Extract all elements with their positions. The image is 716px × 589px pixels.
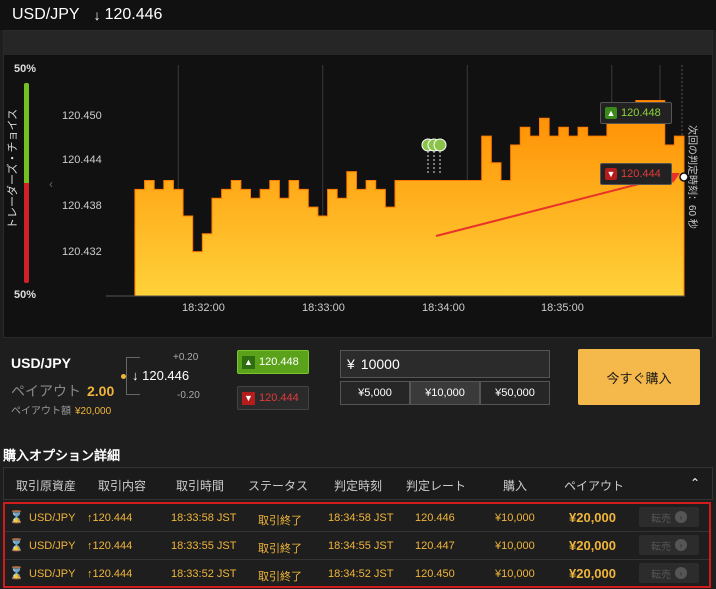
low-price: 120.444: [259, 392, 299, 404]
price-area-series: [134, 100, 685, 297]
cell-payout: ¥20,000: [569, 538, 616, 553]
down-arrow-icon: ↓: [132, 368, 143, 383]
cell-judge-time: 18:34:55 JST: [328, 540, 394, 552]
down-arrow-icon: ↓: [93, 7, 101, 23]
trade-panel: USD/JPY ペイアウト 2.00 ペイアウト額 ¥20,000 +0.20 ↓ …: [0, 340, 716, 425]
cell-content: ↑120.444: [87, 540, 132, 552]
chart-down-price: 120.444: [621, 168, 661, 180]
resell-label: 転売: [651, 541, 671, 553]
chip-50000[interactable]: ¥50,000: [480, 381, 550, 405]
up-arrow-icon: ▲: [605, 107, 617, 119]
col-asset: 取引原資産: [16, 479, 77, 493]
amount-chips: ¥5,000 ¥10,000 ¥50,000: [340, 381, 550, 405]
resell-button[interactable]: 転売 ›: [639, 507, 699, 527]
cell-content-value: 120.444: [92, 568, 133, 580]
cell-payout: ¥20,000: [569, 510, 616, 525]
header-bar: USD/JPY ↓ 120.446: [0, 0, 716, 30]
resell-button[interactable]: 転売 ›: [639, 563, 699, 583]
cell-status: 取引終了: [258, 515, 302, 527]
next-judge-label: 次回の判定時刻：60 秒: [686, 125, 697, 229]
cell-rate: 120.446: [415, 512, 455, 524]
hourglass-icon: ⌛: [9, 510, 24, 524]
cell-content-value: 120.444: [92, 512, 133, 524]
cell-status: 取引終了: [258, 571, 302, 583]
high-button[interactable]: ▲ 120.448: [237, 350, 309, 374]
trading-app: USD/JPY ↓ 120.446 50% トレーダーズ・チョイス 50% ‹ …: [0, 0, 716, 589]
cell-pair: USD/JPY: [29, 568, 76, 580]
resell-label: 転売: [651, 513, 671, 525]
col-buy: 購入: [503, 479, 528, 493]
header-price: 120.446: [104, 6, 163, 23]
minus-range: -0.20: [177, 390, 200, 401]
cell-pair: USD/JPY: [29, 540, 76, 552]
table-row: ⌛ USD/JPY ↑120.444 18:33:58 JST 取引終了 18:…: [5, 504, 709, 531]
col-status: ステータス: [248, 479, 309, 493]
panel-pair: USD/JPY: [11, 355, 71, 371]
cell-content-value: 120.444: [92, 540, 133, 552]
chip-10000[interactable]: ¥10,000: [410, 381, 480, 405]
cell-buy: ¥10,000: [495, 512, 535, 524]
details-title: 購入オプション詳細: [3, 448, 121, 463]
amount-field[interactable]: ¥: [340, 350, 550, 378]
col-rate: 判定レート: [406, 479, 467, 493]
payout-amount: ペイアウト額 ¥20,000: [11, 402, 111, 417]
cell-status: 取引終了: [258, 543, 302, 555]
cell-buy: ¥10,000: [495, 540, 535, 552]
chart-down-price-box[interactable]: ▼ 120.444: [600, 163, 672, 185]
cell-time: 18:33:55 JST: [171, 540, 237, 552]
payout-label: ペイアウト: [11, 383, 81, 399]
yen-symbol: ¥: [347, 356, 355, 372]
col-judge-time: 判定時刻: [334, 479, 383, 493]
cell-judge-time: 18:34:58 JST: [328, 512, 394, 524]
col-payout: ペイアウト: [564, 479, 625, 493]
buy-now-button[interactable]: 今すぐ購入: [578, 349, 700, 405]
table-row: ⌛ USD/JPY ↑120.444 18:33:55 JST 取引終了 18:…: [5, 532, 709, 559]
cell-rate: 120.447: [415, 540, 455, 552]
payout-amount-label: ペイアウト額: [11, 406, 71, 417]
details-rows: ⌛ USD/JPY ↑120.444 18:33:58 JST 取引終了 18:…: [3, 502, 711, 588]
cell-content: ↑120.444: [87, 568, 132, 580]
details-table-header: 取引原資産 取引内容 取引時間 ステータス 判定時刻 判定レート 購入 ペイアウ…: [3, 467, 713, 500]
table-row: ⌛ USD/JPY ↑120.444 18:33:52 JST 取引終了 18:…: [5, 560, 709, 587]
payout-amount-value: ¥20,000: [75, 406, 112, 417]
cell-payout: ¥20,000: [569, 566, 616, 581]
current-rate-value: 120.446: [142, 368, 190, 383]
chart-up-price: 120.448: [621, 107, 661, 119]
hourglass-icon: ⌛: [9, 538, 24, 552]
hourglass-icon: ⌛: [9, 566, 24, 580]
cell-time: 18:33:52 JST: [171, 568, 237, 580]
down-arrow-icon: ▼: [242, 391, 255, 405]
cell-rate: 120.450: [415, 568, 455, 580]
low-button[interactable]: ▼ 120.444: [237, 386, 309, 410]
chart-up-price-box[interactable]: ▲ 120.448: [600, 102, 672, 124]
current-rate: ↓ 120.446: [132, 368, 189, 383]
cell-content: ↑120.444: [87, 512, 132, 524]
chart-frame: 50% トレーダーズ・チョイス 50% ‹ 120.450 120.444 12…: [3, 30, 713, 338]
resell-button[interactable]: 転売 ›: [639, 535, 699, 555]
cell-buy: ¥10,000: [495, 568, 535, 580]
down-arrow-icon: ▼: [605, 168, 617, 180]
plus-range: +0.20: [173, 352, 199, 363]
high-price: 120.448: [259, 356, 299, 368]
header-pair: USD/JPY: [12, 6, 80, 23]
up-arrow-icon: ▲: [242, 355, 255, 369]
amount-input[interactable]: [360, 356, 511, 372]
cell-pair: USD/JPY: [29, 512, 76, 524]
col-time: 取引時間: [176, 479, 225, 493]
cell-time: 18:33:58 JST: [171, 512, 237, 524]
col-content: 取引内容: [98, 479, 147, 493]
collapse-icon[interactable]: ⌃: [690, 476, 700, 490]
payout-multiplier: ペイアウト 2.00: [11, 381, 114, 401]
payout-mult-value: 2.00: [87, 383, 115, 399]
chevron-right-icon: ›: [675, 511, 687, 523]
resell-label: 転売: [651, 569, 671, 581]
chip-5000[interactable]: ¥5,000: [340, 381, 410, 405]
chevron-right-icon: ›: [675, 567, 687, 579]
marker-pin-head: [433, 138, 447, 152]
chevron-right-icon: ›: [675, 539, 687, 551]
cell-judge-time: 18:34:52 JST: [328, 568, 394, 580]
